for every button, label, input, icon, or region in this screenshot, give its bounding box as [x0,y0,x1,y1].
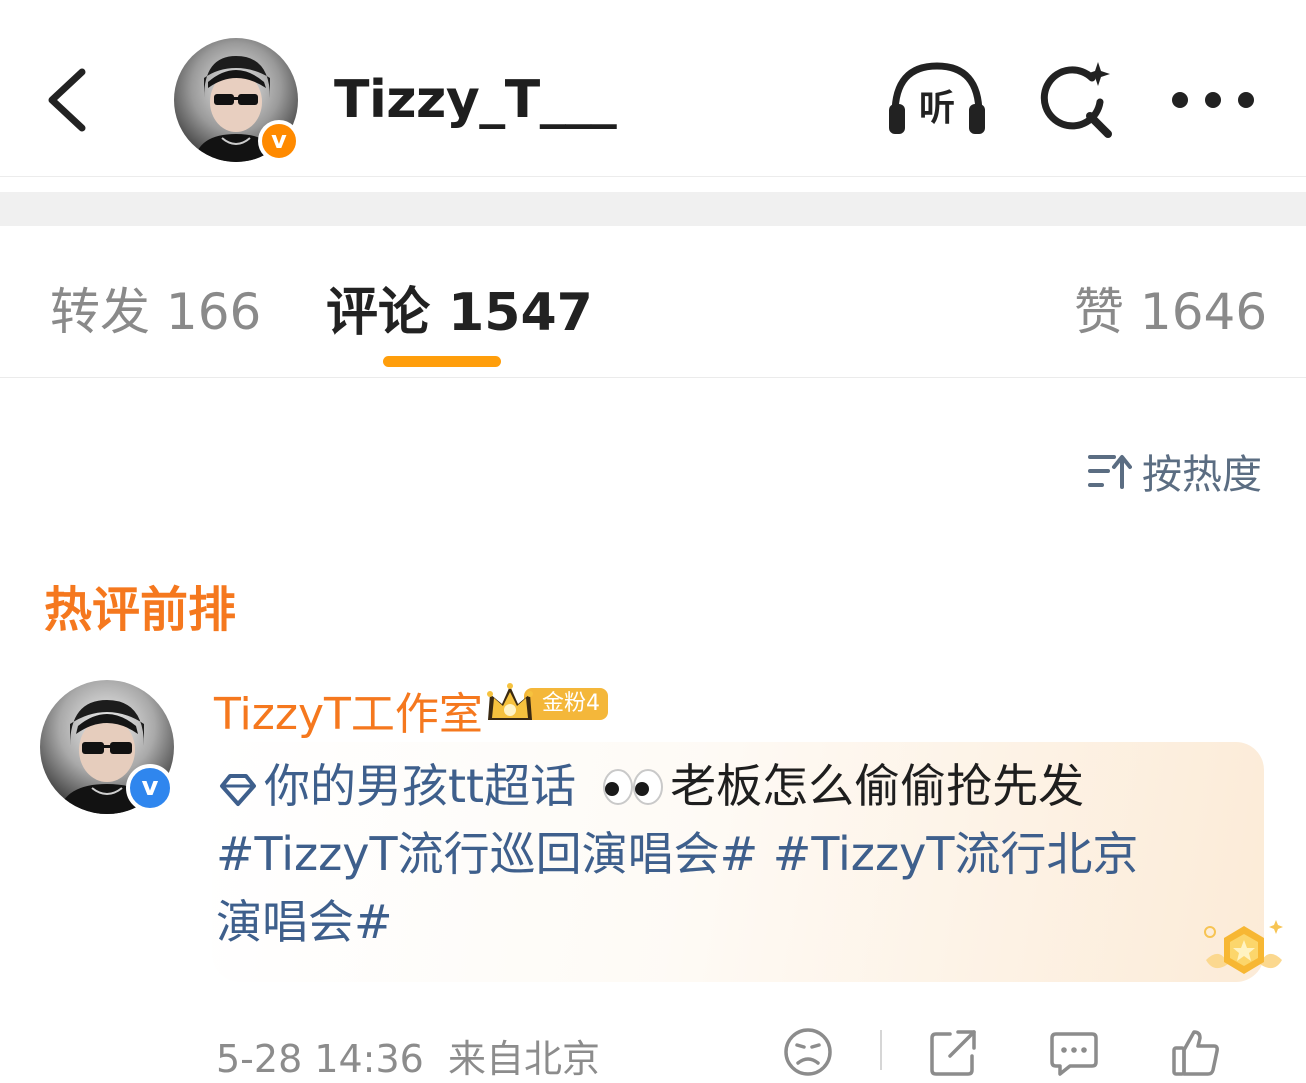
supertopic-diamond-icon [220,774,256,806]
sort-label: 按热度 [1142,452,1262,498]
comment-meta: 5-28 14:36 来自北京 [216,1028,600,1083]
sort-by-hot-button[interactable]: 按热度 [1088,446,1262,498]
comment-bubble-icon[interactable] [1048,1028,1100,1080]
comment-timestamp: 5-28 14:36 [216,1037,424,1081]
headphones-listen-icon[interactable]: 听 [885,58,989,138]
author-username[interactable]: Tizzy_T___ [334,70,617,130]
verified-badge-icon: v [258,120,300,162]
star-medal-icon [1204,920,1283,974]
hashtag-tour-link[interactable]: #TizzyT流行巡回演唱会# [216,827,758,881]
thumb-up-icon[interactable] [1170,1026,1222,1078]
section-separator [0,192,1306,226]
verified-badge-icon: v [126,764,174,812]
comment-text: 你的男孩tt超话 老板怎么偷偷抢先发 #TizzyT流行巡回演唱会# #Tizzy… [216,752,1256,956]
svg-text:听: 听 [919,88,955,129]
more-dots-icon[interactable] [1168,82,1258,118]
fan-level-badge[interactable]: 金粉4 [484,682,610,726]
sparkle-search-icon[interactable] [1032,58,1118,144]
tabs-divider [0,377,1306,378]
hashtag-beijing-link-continued[interactable]: 演唱会# [216,895,393,949]
supertopic-label: 你的男孩tt超话 [264,759,577,813]
sort-order-icon [1088,455,1132,489]
hot-comments-heading: 热评前排 [44,582,237,638]
comment-location: 来自北京 [447,1037,600,1081]
tab-likes[interactable]: 赞 1646 [1074,272,1267,344]
tab-comments[interactable]: 评论 1547 [326,270,593,345]
active-tab-indicator [383,356,501,367]
supertopic-link[interactable]: 你的男孩tt超话 [216,759,576,813]
comment-message: 老板怎么偷偷抢先发 [670,759,1085,813]
share-icon[interactable] [928,1026,980,1078]
top-bar: v Tizzy_T___ 听 [0,0,1306,177]
eyes-emoji-icon [603,769,664,805]
commenter-username[interactable]: TizzyT工作室 [214,678,483,742]
tab-repost[interactable]: 转发 166 [50,272,261,344]
back-chevron-icon[interactable] [30,60,110,140]
fan-badge-label: 金粉4 [542,691,600,716]
footer-divider [880,1030,882,1070]
hashtag-beijing-link[interactable]: #TizzyT流行北京 [773,827,1139,881]
sad-face-icon[interactable] [782,1026,834,1078]
